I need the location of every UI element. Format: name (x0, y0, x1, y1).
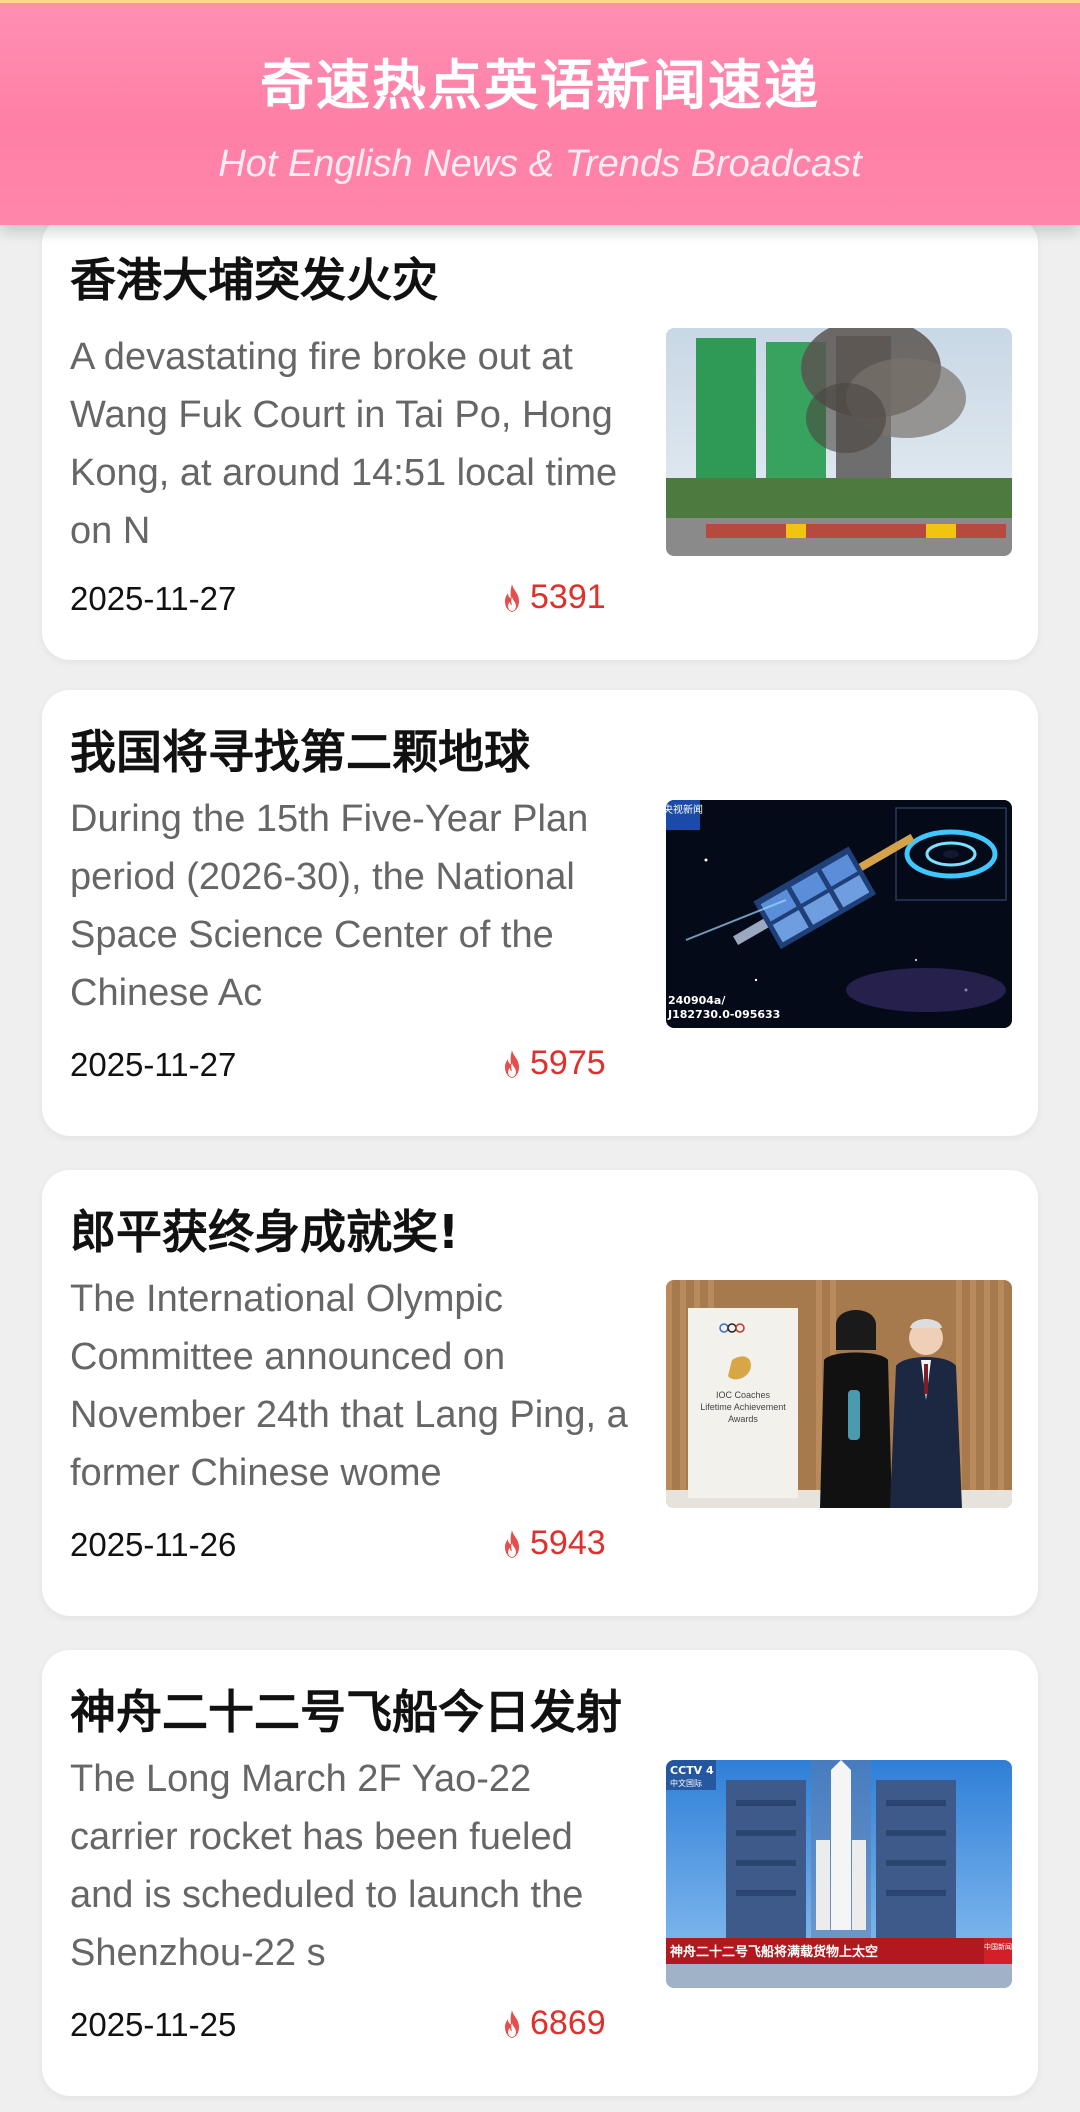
news-date: 2025-11-26 (70, 1526, 237, 1563)
news-thumbnail[interactable]: IOC Coaches Lifetime Achievement Awards (666, 1280, 1012, 1508)
flame-icon (505, 583, 519, 612)
thumb-sign-text: Lifetime Achievement (700, 1402, 786, 1412)
thumb-caption: J182730.0-095633 (667, 1008, 780, 1021)
hot-value: 5975 (530, 1044, 606, 1082)
thumb-caption: 神舟二十二号飞船将满载货物上太空 (670, 1944, 878, 1960)
page-subtitle: Hot English News & Trends Broadcast (218, 143, 862, 185)
award-ceremony-image: IOC Coaches Lifetime Achievement Awards (666, 1280, 1012, 1508)
rocket-launch-image: CCTV 4 中文国际 神舟二十二号飞船将满载货物上太空 中国新闻 (666, 1760, 1012, 1988)
news-title: 我国将寻找第二颗地球 (70, 725, 530, 779)
hot-value: 6869 (530, 2004, 606, 2042)
news-card[interactable]: 神舟二十二号飞船今日发射 The Long March 2F Yao-22 ca… (42, 1650, 1038, 2096)
news-thumbnail[interactable] (666, 328, 1012, 556)
flame-icon (505, 1049, 519, 1078)
app-header: 奇速热点英语新闻速递 Hot English News & Trends Bro… (0, 0, 1080, 225)
thumb-sign-text: IOC Coaches (716, 1390, 771, 1400)
hot-count: 5391 (500, 578, 606, 617)
news-summary: During the 15th Five-Year Plan period (2… (70, 798, 589, 1014)
news-feed: 香港大埔突发火灾 A devastating fire broke out at… (0, 0, 1080, 2112)
news-title: 郎平获终身成就奖! (70, 1205, 459, 1259)
page-title: 奇速热点英语新闻速递 (260, 54, 820, 117)
thumb-badge-sub: 中文国际 (670, 1778, 702, 1788)
news-date: 2025-11-27 (70, 580, 237, 617)
space-telescope-image: 央视新闻 240904a/ J182730.0-095633 (666, 800, 1012, 1028)
thumb-corner: 中国新闻 (984, 1942, 1012, 1951)
fire-building-image (666, 328, 1012, 556)
news-title: 香港大埔突发火灾 (70, 253, 438, 307)
hot-count: 5975 (500, 1044, 606, 1083)
news-card[interactable]: 我国将寻找第二颗地球 During the 15th Five-Year Pla… (42, 690, 1038, 1136)
hot-count: 5943 (500, 1524, 606, 1563)
news-card[interactable]: 郎平获终身成就奖! The International Olympic Comm… (42, 1170, 1038, 1616)
news-summary: The International Olympic Committee anno… (70, 1278, 628, 1494)
news-thumbnail[interactable]: 央视新闻 240904a/ J182730.0-095633 (666, 800, 1012, 1028)
thumb-caption: 240904a/ (668, 994, 726, 1007)
thumb-badge: CCTV 4 (670, 1764, 714, 1777)
hot-value: 5391 (530, 578, 606, 616)
thumb-sign-text: Awards (728, 1414, 758, 1424)
news-date: 2025-11-27 (70, 1046, 237, 1083)
hot-value: 5943 (530, 1524, 606, 1562)
news-summary: A devastating fire broke out at Wang Fuk… (70, 336, 618, 552)
flame-icon (505, 2009, 519, 2038)
news-thumbnail[interactable]: CCTV 4 中文国际 神舟二十二号飞船将满载货物上太空 中国新闻 (666, 1760, 1012, 1988)
news-summary: The Long March 2F Yao-22 carrier rocket … (70, 1758, 584, 1974)
hot-count: 6869 (500, 2004, 606, 2043)
thumb-badge: 央视新闻 (666, 803, 703, 816)
flame-icon (505, 1529, 519, 1558)
news-card[interactable]: 香港大埔突发火灾 A devastating fire broke out at… (42, 216, 1038, 660)
news-date: 2025-11-25 (70, 2006, 237, 2043)
news-title: 神舟二十二号飞船今日发射 (70, 1685, 622, 1739)
